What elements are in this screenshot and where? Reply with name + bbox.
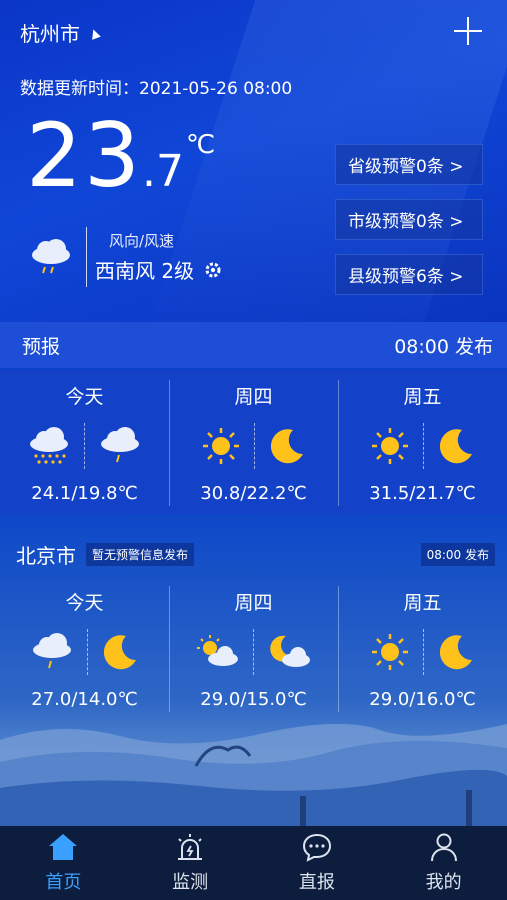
light-rain-icon bbox=[28, 237, 74, 277]
moon-icon bbox=[267, 426, 307, 466]
city-selector[interactable]: 杭州市 ▲ bbox=[20, 18, 101, 47]
wind-value: 西南风 2级 bbox=[95, 259, 195, 283]
alert-notice-badge: 暂无预警信息发布 bbox=[86, 542, 195, 566]
day-name: 周四 bbox=[234, 592, 273, 614]
day-night-divider bbox=[254, 423, 255, 469]
current-temperature: 23 .7 ℃ bbox=[26, 104, 215, 207]
sun-icon bbox=[369, 425, 411, 467]
sun-icon bbox=[369, 631, 411, 673]
add-city-button[interactable] bbox=[451, 14, 485, 48]
moon-icon bbox=[100, 632, 140, 672]
bottom-nav: 首页 监测 直报 我的 bbox=[0, 826, 507, 900]
landscape-background bbox=[0, 700, 507, 826]
home-icon bbox=[47, 832, 79, 862]
temp-unit: ℃ bbox=[186, 130, 216, 160]
settings-gear-icon[interactable] bbox=[204, 261, 222, 279]
day-name: 周五 bbox=[403, 386, 442, 408]
light-rain-icon bbox=[29, 632, 75, 672]
day-night-divider bbox=[423, 423, 424, 469]
moon-icon bbox=[436, 632, 476, 672]
day-night-divider bbox=[84, 423, 85, 469]
user-icon bbox=[428, 832, 460, 862]
forecast-day[interactable]: 周五 29.0/16.0℃ bbox=[338, 576, 507, 716]
nav-monitor[interactable]: 监测 bbox=[127, 826, 254, 900]
sun-icon bbox=[200, 425, 242, 467]
day-night-divider bbox=[253, 629, 254, 675]
temp-range: 31.5/21.7℃ bbox=[369, 483, 476, 504]
province-alert-button[interactable]: 省级预警0条 > bbox=[335, 144, 483, 185]
sun-cloud-icon bbox=[195, 632, 241, 672]
temp-decimal: .7 bbox=[141, 146, 184, 197]
nav-profile-label: 我的 bbox=[425, 872, 462, 893]
beijing-header[interactable]: 北京市 暂无预警信息发布 08:00 发布 bbox=[0, 536, 507, 572]
chat-icon bbox=[301, 832, 333, 862]
update-time: 数据更新时间：2021-05-26 08:00 bbox=[20, 79, 293, 99]
temp-range: 24.1/19.8℃ bbox=[31, 483, 138, 504]
beijing-city-name: 北京市 bbox=[16, 543, 76, 568]
alerts-list: 省级预警0条 > 市级预警0条 > 县级预警6条 > bbox=[335, 144, 483, 295]
forecast-day[interactable]: 今天 27.0/14.0℃ bbox=[0, 576, 169, 716]
city-name: 杭州市 bbox=[20, 22, 80, 46]
forecast-day[interactable]: 周四 30.8/22.2℃ bbox=[169, 370, 338, 514]
forecast-day[interactable]: 周四 29.0/15.0℃ bbox=[169, 576, 338, 716]
nav-home-label: 首页 bbox=[45, 872, 82, 893]
temp-integer: 23 bbox=[26, 104, 142, 207]
hangzhou-forecast[interactable]: 今天 24.1/19.8℃ 周四 30.8/22.2℃ 周五 31.5/21.7… bbox=[0, 370, 507, 514]
forecast-published: 08:00 发布 bbox=[394, 335, 493, 358]
wind-divider bbox=[86, 227, 87, 287]
nav-home[interactable]: 首页 bbox=[0, 826, 127, 900]
moon-cloud-icon bbox=[266, 632, 312, 672]
county-alert-button[interactable]: 县级预警6条 > bbox=[335, 254, 483, 295]
forecast-title: 预报 bbox=[22, 335, 61, 358]
nav-monitor-label: 监测 bbox=[172, 872, 209, 893]
forecast-day[interactable]: 今天 24.1/19.8℃ bbox=[0, 370, 169, 514]
beijing-forecast[interactable]: 今天 27.0/14.0℃ 周四 29.0/15.0℃ 周五 29.0/16.0… bbox=[0, 576, 507, 716]
heavy-rain-icon bbox=[26, 426, 72, 466]
beijing-published: 08:00 发布 bbox=[420, 542, 495, 566]
nav-report-label: 直报 bbox=[298, 872, 335, 893]
moon-icon bbox=[436, 426, 476, 466]
day-name: 今天 bbox=[65, 592, 104, 614]
forecast-header: 预报 08:00 发布 bbox=[0, 322, 507, 368]
wind-info: 风向/风速 西南风 2级 bbox=[28, 224, 222, 290]
temp-range: 30.8/22.2℃ bbox=[200, 483, 307, 504]
day-name: 周四 bbox=[234, 386, 273, 408]
light-rain-icon bbox=[97, 426, 143, 466]
nav-profile[interactable]: 我的 bbox=[380, 826, 507, 900]
wind-label: 风向/风速 bbox=[109, 232, 175, 250]
forecast-day[interactable]: 周五 31.5/21.7℃ bbox=[338, 370, 507, 514]
day-night-divider bbox=[87, 629, 88, 675]
day-night-divider bbox=[423, 629, 424, 675]
alarm-icon bbox=[174, 832, 206, 862]
day-name: 今天 bbox=[65, 386, 104, 408]
day-name: 周五 bbox=[403, 592, 442, 614]
nav-report[interactable]: 直报 bbox=[254, 826, 381, 900]
city-alert-button[interactable]: 市级预警0条 > bbox=[335, 199, 483, 240]
